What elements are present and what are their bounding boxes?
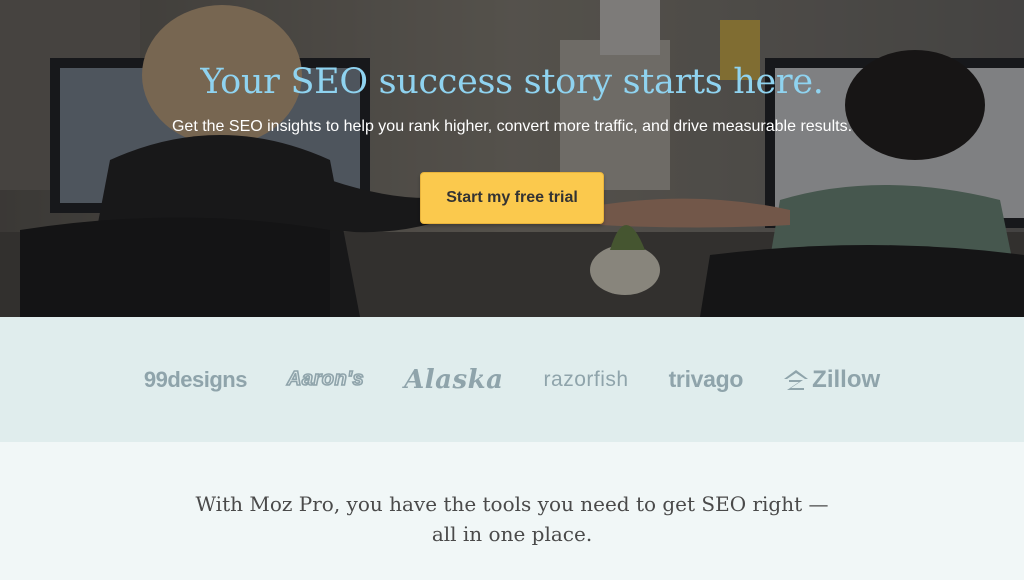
- logo-trivago: trivago: [668, 366, 744, 392]
- logo-alaska: Alaska: [404, 364, 504, 395]
- hero-content: Your SEO success story starts here. Get …: [0, 0, 1024, 224]
- logo-zillow: Zillow: [783, 366, 880, 394]
- intro-section: With Moz Pro, you have the tools you nee…: [0, 442, 1024, 580]
- start-free-trial-button[interactable]: Start my free trial: [420, 172, 604, 224]
- hero-section: Your SEO success story starts here. Get …: [0, 0, 1024, 317]
- zillow-wordmark: Zillow: [812, 365, 881, 393]
- hero-subtitle: Get the SEO insights to help you rank hi…: [171, 118, 853, 135]
- hero-title: Your SEO success story starts here.: [200, 62, 824, 102]
- customer-logos-band: 99designs Aaron's Alaska razorfish triva…: [0, 317, 1024, 442]
- logo-aarons: Aaron's: [286, 367, 365, 391]
- intro-tagline: With Moz Pro, you have the tools you nee…: [195, 492, 829, 546]
- logo-razorfish: razorfish: [543, 367, 629, 391]
- zillow-mark-icon: [784, 369, 809, 390]
- logo-99designs: 99designs: [143, 366, 248, 392]
